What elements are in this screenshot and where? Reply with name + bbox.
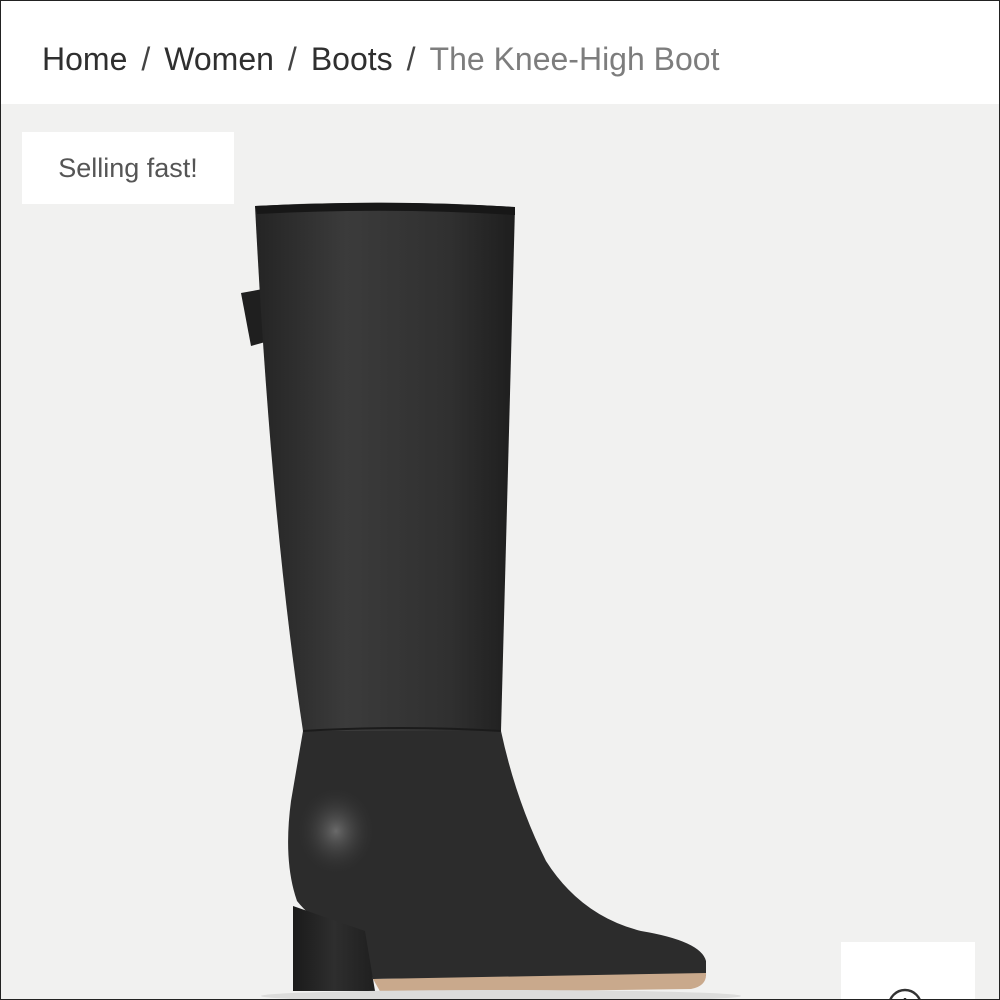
product-image-area[interactable]: Selling fast!	[1, 104, 999, 999]
boot-image	[241, 202, 741, 999]
breadcrumb-current: The Knee-High Boot	[429, 40, 720, 77]
breadcrumb-women[interactable]: Women	[164, 41, 274, 78]
zoom-button[interactable]	[841, 942, 975, 999]
page-frame: Home / Women / Boots / The Knee-High Boo…	[0, 0, 1000, 1000]
zoom-icon	[889, 988, 921, 999]
breadcrumb-separator: /	[406, 40, 416, 77]
breadcrumb-separator: /	[141, 40, 151, 77]
breadcrumb-boots[interactable]: Boots	[311, 41, 393, 78]
breadcrumb: Home / Women / Boots / The Knee-High Boo…	[42, 37, 719, 81]
breadcrumb-home[interactable]: Home	[42, 41, 127, 78]
selling-fast-badge: Selling fast!	[22, 132, 234, 204]
breadcrumb-separator: /	[287, 40, 297, 77]
